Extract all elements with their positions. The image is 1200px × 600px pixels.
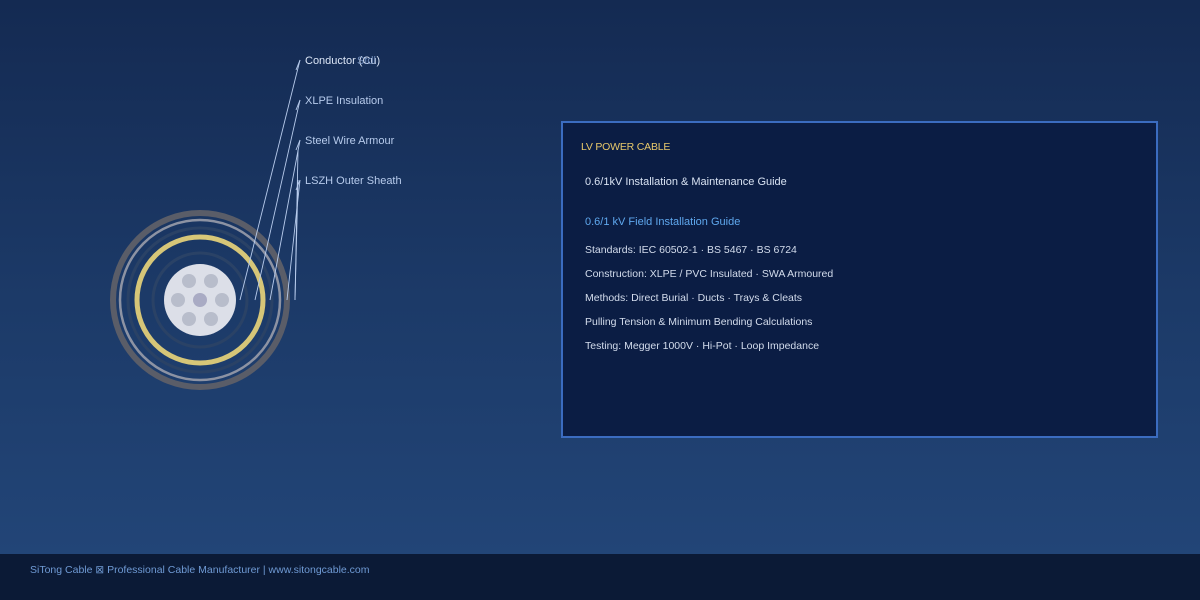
armour-label: Steel Wire Armour <box>305 135 395 147</box>
sheath-label: LSZH Outer Sheath <box>305 175 402 187</box>
conductor-strand <box>171 293 185 307</box>
conductor-strand <box>182 274 196 288</box>
insulation-label: XLPE Insulation <box>305 95 383 107</box>
list-item: Standards: IEC 60502-1 · BS 5467 · BS 67… <box>585 244 797 256</box>
panel-section-title: 0.6/1 kV Field Installation Guide <box>585 216 741 228</box>
sheath-extra-line <box>294 179 299 301</box>
insulation-leader-line <box>254 99 301 301</box>
cable-cross-section-diagram: Conductor (Cu) Stdl XLPE Insulation Stee… <box>110 55 402 390</box>
conductor-strand <box>215 293 229 307</box>
list-item: Testing: Megger 1000V · Hi-Pot · Loop Im… <box>585 340 820 352</box>
conductor-overlay-label: Stdl <box>357 55 376 67</box>
conductor-strand-center <box>193 293 207 307</box>
conductor-strand <box>204 312 218 326</box>
list-item: Pulling Tension & Minimum Bending Calcul… <box>585 316 813 328</box>
panel-eyebrow: LV POWER CABLE <box>581 141 671 153</box>
list-item: Construction: XLPE / PVC Insulated · SWA… <box>585 268 834 280</box>
list-item: Methods: Direct Burial · Ducts · Trays &… <box>585 292 803 304</box>
footer-bar: SiTong Cable ⊠ Professional Cable Manufa… <box>0 554 1200 600</box>
installation-guide-panel: LV POWER CABLE 0.6/1kV Installation & Ma… <box>561 121 1158 438</box>
guide-topics-list: Standards: IEC 60502-1 · BS 5467 · BS 67… <box>585 244 833 364</box>
panel-subtitle: 0.6/1kV Installation & Maintenance Guide <box>585 176 787 188</box>
footer-text: SiTong Cable ⊠ Professional Cable Manufa… <box>30 564 370 576</box>
conductor-strand <box>182 312 196 326</box>
conductor-strand <box>204 274 218 288</box>
